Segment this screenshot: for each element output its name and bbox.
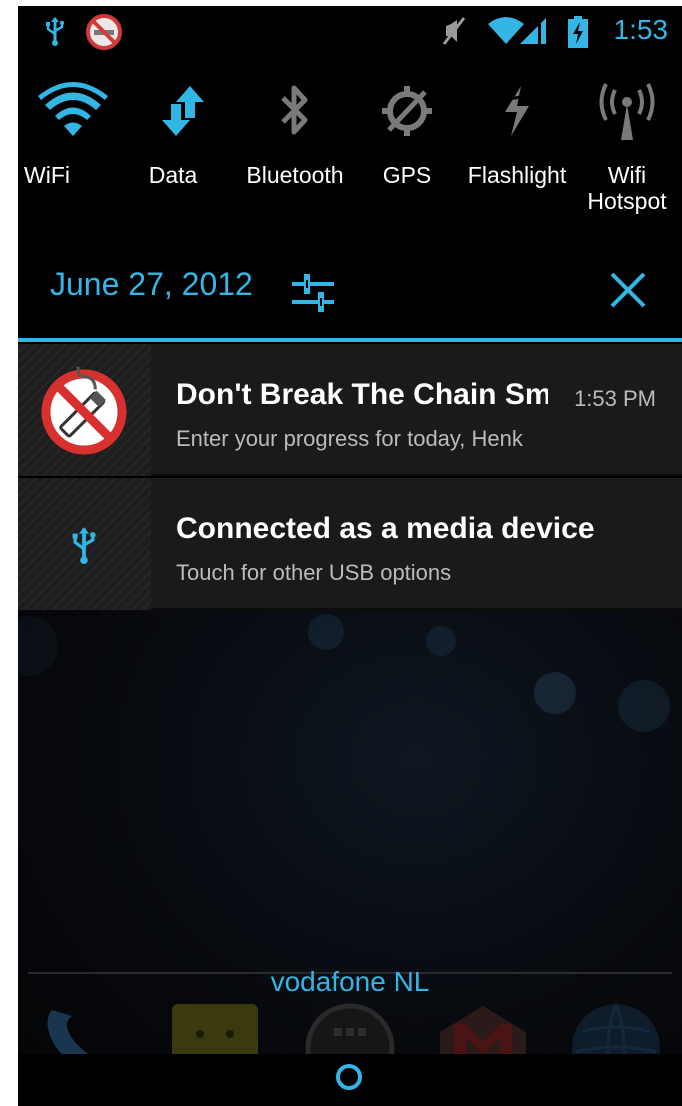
toggle-data[interactable]: Data: [128, 66, 238, 226]
notification-item[interactable]: Connected as a media device Touch for ot…: [18, 478, 682, 610]
toggle-flashlight[interactable]: Flashlight: [462, 66, 572, 226]
flashlight-icon: [502, 86, 529, 136]
notification-title: Don't Break The Chain Smoking: [176, 378, 548, 411]
carrier-label: vodafone NL: [270, 966, 430, 997]
shade-handle-icon[interactable]: [336, 1064, 362, 1090]
toggle-label: Bluetooth: [246, 162, 344, 188]
notification-subtitle: Enter your progress for today, Henk: [176, 426, 523, 451]
toggle-label: Data: [148, 162, 198, 188]
toggle-wifi[interactable]: WiFi: [18, 66, 128, 226]
notification-shade: 1:53 WiFi Data Bluetooth GPS Flashlight …: [18, 6, 682, 1106]
toggle-label: Flashlight: [467, 162, 567, 188]
data-arrows-icon: [162, 86, 204, 136]
bluetooth-icon: [281, 85, 308, 135]
hotspot-icon: [599, 83, 655, 140]
status-clock: 1:53: [613, 14, 669, 45]
no-smoking-icon: [41, 366, 127, 455]
toggle-label: Wifi Hotspot: [587, 162, 667, 214]
toggle-bluetooth[interactable]: Bluetooth: [240, 66, 350, 226]
notification-item[interactable]: Don't Break The Chain Smoking 1:53 PM En…: [18, 344, 682, 476]
date-label: June 27, 2012: [50, 266, 253, 302]
notification-title: Connected as a media device: [176, 512, 595, 545]
notification-time: 1:53 PM: [574, 386, 656, 411]
usb-icon: [44, 16, 66, 50]
toggle-label: WiFi: [24, 162, 70, 188]
notification-subtitle: Touch for other USB options: [176, 560, 452, 585]
wifi-icon: [38, 82, 108, 136]
header-divider: [18, 338, 682, 342]
shade-header: June 27, 2012: [18, 256, 682, 338]
no-smoking-icon: [86, 14, 122, 54]
notification-icon-area: [18, 344, 151, 476]
status-bar: 1:53: [18, 6, 682, 58]
close-icon[interactable]: [608, 270, 648, 314]
usb-icon: [72, 527, 96, 564]
quick-toggles: WiFi Data Bluetooth GPS Flashlight Wifi …: [18, 66, 682, 236]
battery-charging-icon: [568, 16, 588, 52]
cell-signal-icon: [518, 16, 548, 50]
toggle-gps[interactable]: GPS: [352, 66, 462, 226]
settings-sliders-icon[interactable]: [290, 270, 336, 320]
toggle-wifi-hotspot[interactable]: Wifi Hotspot: [572, 66, 682, 226]
notification-icon-area: [18, 478, 151, 610]
mute-icon: [442, 16, 468, 50]
gps-icon: [382, 86, 432, 136]
toggle-label: GPS: [382, 162, 432, 188]
